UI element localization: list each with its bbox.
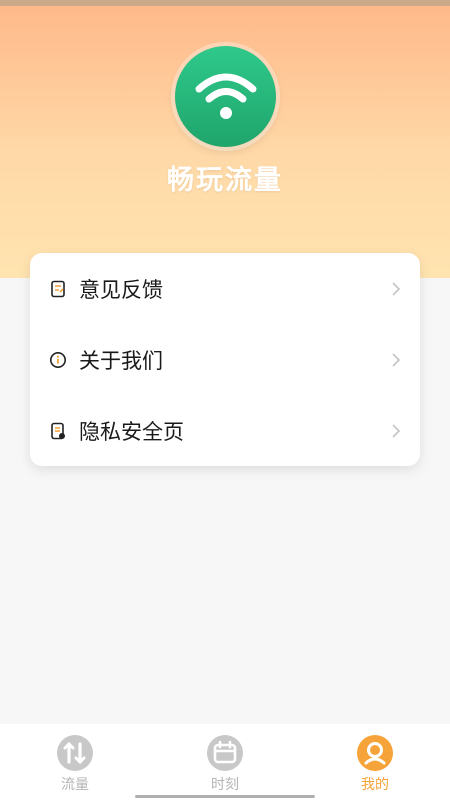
- profile-header: 畅玩流量: [0, 6, 450, 278]
- calendar-icon: [207, 735, 243, 771]
- app-name: 畅玩流量: [167, 165, 283, 196]
- info-icon: [50, 351, 66, 368]
- menu-label-privacy: 隐私安全页: [79, 419, 184, 444]
- tab-label-moments: 时刻: [211, 777, 239, 793]
- tab-label-traffic: 流量: [61, 777, 89, 793]
- wifi-logo-icon: [175, 46, 276, 147]
- chevron-right-icon: [392, 423, 401, 438]
- tab-traffic[interactable]: 流量: [0, 724, 150, 800]
- menu-label-about: 关于我们: [79, 348, 163, 373]
- menu-item-privacy[interactable]: 隐私安全页: [30, 395, 420, 466]
- feedback-icon: [51, 280, 65, 297]
- chevron-right-icon: [392, 281, 401, 296]
- menu-item-about[interactable]: 关于我们: [30, 324, 420, 395]
- menu-card: 意见反馈 关于我们 隐私安全页: [30, 253, 420, 466]
- tab-moments[interactable]: 时刻: [150, 724, 300, 800]
- tab-mine[interactable]: 我的: [300, 724, 450, 800]
- bottom-tab-bar: 流量 时刻 我的: [0, 724, 450, 800]
- privacy-icon: [51, 422, 65, 439]
- home-indicator[interactable]: [135, 795, 315, 798]
- tab-label-mine: 我的: [361, 777, 389, 793]
- traffic-icon: [57, 735, 93, 771]
- profile-icon: [357, 735, 393, 771]
- chevron-right-icon: [392, 352, 401, 367]
- menu-label-feedback: 意见反馈: [79, 277, 163, 302]
- menu-item-feedback[interactable]: 意见反馈: [30, 253, 420, 324]
